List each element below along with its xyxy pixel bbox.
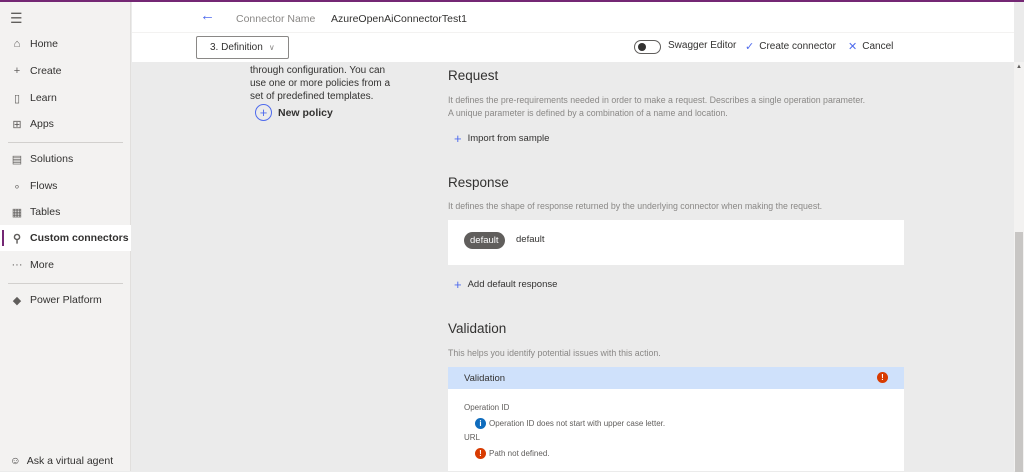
new-policy-button[interactable]: + New policy (255, 104, 333, 121)
sidebar-item-label: Learn (30, 92, 57, 104)
flows-icon: ∘ (13, 180, 21, 193)
close-icon: ✕ (848, 41, 858, 53)
response-card: default default (448, 220, 904, 265)
scroll-up-icon[interactable]: ▲ (1016, 64, 1022, 70)
request-title: Request (448, 68, 499, 83)
add-circle-icon: + (255, 104, 272, 121)
policy-desc-line: use one or more policies from a (250, 78, 391, 89)
swagger-editor-toggle[interactable] (634, 40, 661, 54)
error-icon: ! (877, 372, 888, 383)
sidebar-item-create[interactable]: + Create (0, 58, 131, 84)
apps-icon: ⊞ (12, 118, 22, 131)
sidebar: ☰ ⌂ Home + Create ▯ Learn ⊞ Apps ▤ Solutions … (0, 2, 131, 471)
check-icon: ✓ (745, 41, 755, 53)
operation-id-message: i Operation ID does not start with upper … (475, 418, 665, 429)
request-desc: It defines the pre-requirements needed i… (448, 95, 866, 105)
import-from-sample-button[interactable]: + Import from sample (454, 131, 549, 146)
book-icon: ▯ (13, 92, 21, 105)
cancel-button[interactable]: ✕ Cancel (848, 40, 893, 53)
error-icon: ! (475, 448, 486, 459)
plus-icon: + (454, 277, 462, 292)
connector-name-field[interactable]: AzureOpenAiConnectorTest1 (331, 13, 467, 25)
validation-header[interactable]: Validation! (448, 367, 904, 389)
sidebar-item-label: Power Platform (30, 294, 102, 306)
connector-name-label: Connector Name (236, 13, 316, 25)
add-response-label: Add default response (467, 279, 558, 290)
divider (8, 142, 123, 143)
sidebar-item-label: Solutions (30, 153, 74, 165)
connector-icon: ⚲ (12, 232, 22, 245)
swagger-editor-label: Swagger Editor (668, 40, 737, 51)
operation-id-label: Operation ID (464, 403, 510, 412)
header: ← Connector Name AzureOpenAiConnectorTes… (132, 2, 1014, 62)
sidebar-item-label: Apps (30, 118, 54, 130)
create-label: Create connector (759, 41, 836, 52)
sidebar-item-learn[interactable]: ▯ Learn (0, 85, 131, 111)
sidebar-item-more[interactable]: ··· More (0, 252, 131, 278)
request-desc: A unique parameter is defined by a combi… (448, 108, 728, 118)
sidebar-item-label: Tables (30, 206, 61, 218)
url-message: ! Path not defined. (475, 448, 550, 459)
add-default-response-button[interactable]: + Add default response (454, 277, 557, 292)
ask-virtual-agent-button[interactable]: ☺ Ask a virtual agent (10, 455, 113, 467)
step-dropdown[interactable]: 3. Definition ∨ (196, 36, 289, 59)
step-label: 3. Definition (210, 42, 263, 53)
sidebar-item-solutions[interactable]: ▤ Solutions (0, 146, 131, 172)
info-icon: i (475, 418, 486, 429)
cancel-label: Cancel (862, 41, 894, 52)
response-default-text: default (516, 234, 545, 245)
validation-title: Validation (448, 321, 507, 336)
sidebar-item-label: Flows (30, 180, 58, 192)
import-label: Import from sample (467, 133, 550, 144)
sidebar-item-label: More (30, 259, 54, 271)
home-icon: ⌂ (13, 38, 21, 50)
chevron-down-icon: ∨ (268, 43, 275, 52)
validation-desc: This helps you identify potential issues… (448, 348, 661, 358)
vertical-scrollbar[interactable]: ▲ (1014, 62, 1024, 472)
plus-icon: + (13, 65, 21, 77)
plus-icon: + (454, 131, 462, 146)
power-platform-icon: ◆ (12, 294, 22, 307)
sidebar-item-flows[interactable]: ∘ Flows (0, 173, 131, 199)
hamburger-menu-icon[interactable]: ☰ (10, 10, 23, 27)
solutions-icon: ▤ (11, 153, 23, 166)
sidebar-item-custom-connectors[interactable]: ⚲ Custom connectors (0, 225, 131, 251)
sidebar-item-power-platform[interactable]: ◆ Power Platform (0, 287, 131, 313)
sidebar-item-tables[interactable]: ▦ Tables (0, 199, 131, 225)
back-arrow-icon[interactable]: ← (200, 7, 215, 24)
ask-agent-label: Ask a virtual agent (26, 455, 114, 467)
table-icon: ▦ (11, 206, 23, 219)
sidebar-item-label: Create (30, 65, 62, 77)
validation-header-label: Validation (464, 372, 506, 384)
divider (8, 283, 123, 284)
new-policy-label: New policy (278, 106, 333, 119)
create-connector-button[interactable]: ✓ Create connector (745, 40, 836, 53)
policy-desc-line: through configuration. You can (250, 65, 386, 76)
response-default-pill[interactable]: default (464, 232, 505, 249)
sidebar-item-label: Custom connectors (30, 232, 129, 244)
sidebar-item-label: Home (30, 38, 59, 50)
sidebar-item-home[interactable]: ⌂ Home (0, 31, 131, 57)
response-title: Response (448, 175, 509, 190)
url-label: URL (464, 433, 481, 442)
policy-desc-line: set of predefined templates. (250, 91, 374, 102)
scrollbar-thumb[interactable] (1015, 232, 1023, 472)
more-icon: ··· (11, 259, 23, 271)
divider (132, 32, 1014, 33)
sidebar-item-apps[interactable]: ⊞ Apps (0, 111, 131, 137)
response-desc: It defines the shape of response returne… (448, 201, 823, 211)
bot-icon: ☺ (10, 455, 21, 467)
